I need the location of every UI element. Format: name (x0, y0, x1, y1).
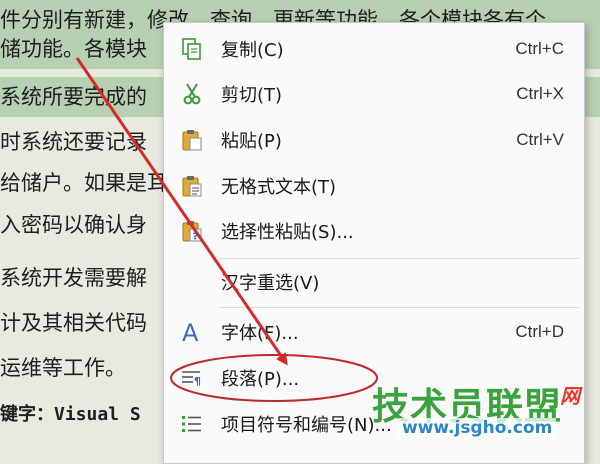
highlight-ellipse (170, 354, 378, 402)
red-arrow (75, 57, 288, 366)
watermark-url: www.jsgho.com (398, 418, 557, 438)
watermark-logo: 技术员联盟 网 www.jsgho.com (368, 376, 598, 448)
watermark-suffix: 网 (560, 384, 580, 408)
